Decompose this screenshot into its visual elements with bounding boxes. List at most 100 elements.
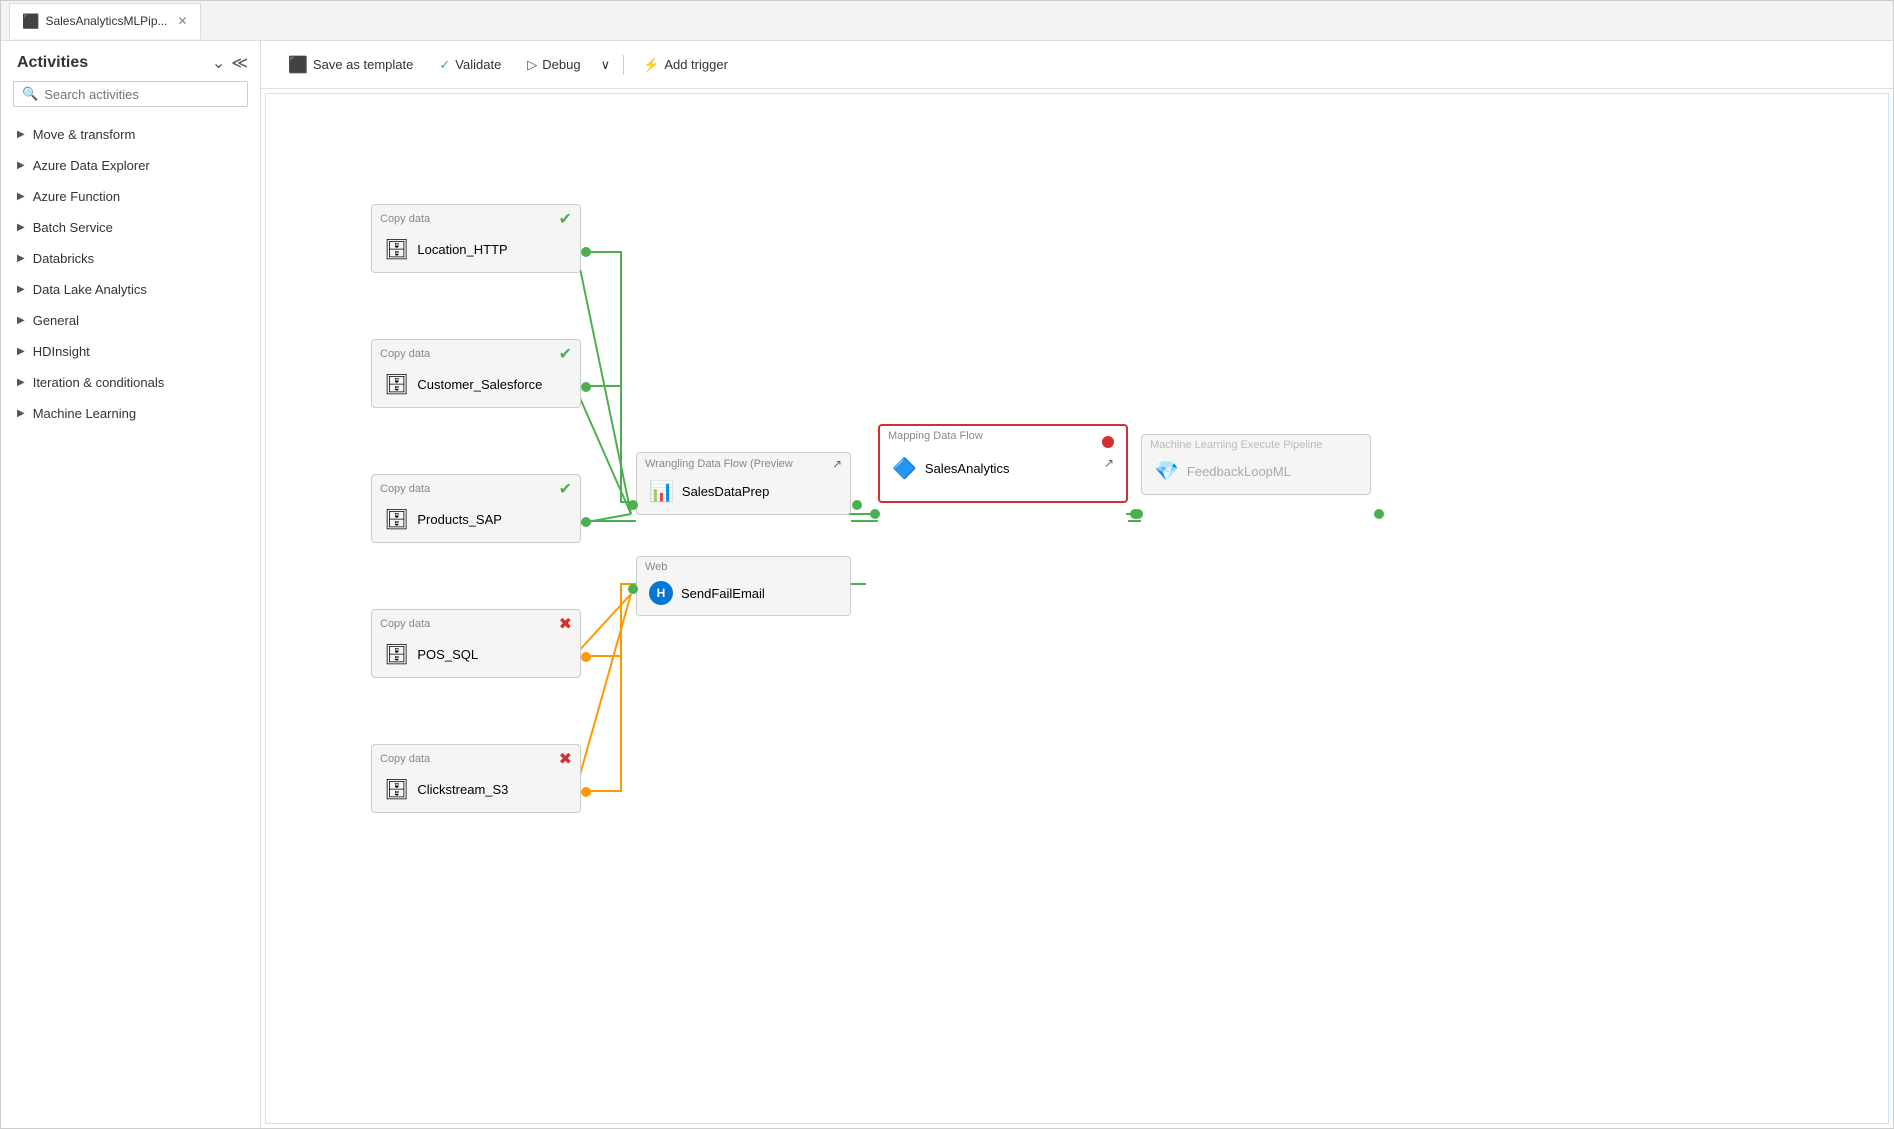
connector-wrangling-right[interactable] <box>852 500 862 510</box>
tab-icon: ⬛ <box>22 13 39 30</box>
database-icon: 🗄 <box>384 507 409 532</box>
node-web-send-fail-email[interactable]: Web H SendFailEmail <box>636 556 851 616</box>
node-type-label: Machine Learning Execute Pipeline <box>1150 439 1322 451</box>
database-icon: 🗄 <box>384 237 409 262</box>
chevron-icon: ▶ <box>17 377 25 388</box>
node-name: Products_SAP <box>417 512 502 527</box>
debug-button[interactable]: ▷ Debug <box>516 51 591 79</box>
search-box[interactable]: 🔍 <box>13 81 248 107</box>
save-template-label: Save as template <box>313 57 413 72</box>
sidebar-item-batch-service[interactable]: ▶ Batch Service <box>1 212 260 243</box>
node-name: FeedbackLoopML <box>1187 464 1291 479</box>
node-wrangling-dataflow[interactable]: Wrangling Data Flow (Preview ↗ 📊 SalesDa… <box>636 452 851 515</box>
connector-n2-right[interactable] <box>581 382 591 392</box>
node-name: SalesDataPrep <box>682 484 769 499</box>
sidebar-item-label: Batch Service <box>33 220 113 235</box>
sidebar-title: Activities <box>17 54 88 72</box>
connector-n5-right[interactable] <box>581 787 591 797</box>
node-type-label: Copy data <box>380 618 430 630</box>
dataflow-icon: 📊 <box>649 479 674 504</box>
validate-button[interactable]: ✓ Validate <box>428 51 512 79</box>
add-trigger-button[interactable]: ⚡ Add trigger <box>632 51 739 79</box>
sidebar-item-label: Move & transform <box>33 127 136 142</box>
node-products-sap[interactable]: Copy data ✔ 🗄 Products_SAP <box>371 474 581 543</box>
sidebar-item-label: General <box>33 313 79 328</box>
collapse-icon[interactable]: ⌄ <box>212 53 225 73</box>
mapping-icon: 🔷 <box>892 456 917 481</box>
chevron-icon: ▶ <box>17 408 25 419</box>
chevron-icon: ▶ <box>17 191 25 202</box>
sidebar-header: Activities ⌄ ≪ <box>1 41 260 81</box>
external-link-icon[interactable]: ↗ <box>1104 456 1114 470</box>
node-type-label: Copy data <box>380 483 430 495</box>
tab-title: SalesAnalyticsMLPip... <box>45 14 167 28</box>
error-status-icon: ✖ <box>559 614 572 634</box>
pipeline-canvas[interactable]: Copy data ✔ 🗄 Location_HTTP Copy data ✔ <box>265 93 1889 1124</box>
sidebar-item-general[interactable]: ▶ General <box>1 305 260 336</box>
sidebar-item-machine-learning[interactable]: ▶ Machine Learning <box>1 398 260 429</box>
chevron-icon: ▶ <box>17 253 25 264</box>
chevron-down-icon: ∨ <box>601 57 611 73</box>
sidebar-item-label: HDInsight <box>33 344 90 359</box>
database-icon: 🗄 <box>384 642 409 667</box>
connector-ml-right[interactable] <box>1374 509 1384 519</box>
node-name: Customer_Salesforce <box>417 377 542 392</box>
external-link-icon[interactable]: ↗ <box>832 457 842 471</box>
sidebar-item-label: Azure Data Explorer <box>33 158 150 173</box>
more-button[interactable]: ∨ <box>596 51 616 79</box>
pipeline-tab[interactable]: ⬛ SalesAnalyticsMLPip... ✕ <box>9 3 201 39</box>
chevron-icon: ▶ <box>17 315 25 326</box>
database-icon: 🗄 <box>384 777 409 802</box>
activities-sidebar: Activities ⌄ ≪ 🔍 ▶ Move & transform ▶ Az… <box>1 41 261 1128</box>
node-name: SendFailEmail <box>681 586 765 601</box>
node-clickstream-s3[interactable]: Copy data ✖ 🗄 Clickstream_S3 <box>371 744 581 813</box>
validate-label: Validate <box>455 57 501 72</box>
node-type-label: Web <box>645 561 667 573</box>
connector-wrangling-left[interactable] <box>628 500 638 510</box>
sidebar-controls[interactable]: ⌄ ≪ <box>212 53 248 73</box>
minimize-icon[interactable]: ≪ <box>231 53 248 73</box>
sidebar-item-azure-data-explorer[interactable]: ▶ Azure Data Explorer <box>1 150 260 181</box>
connector-ml-left[interactable] <box>1133 509 1143 519</box>
node-location-http[interactable]: Copy data ✔ 🗄 Location_HTTP <box>371 204 581 273</box>
connector-mapping-left[interactable] <box>870 509 880 519</box>
sidebar-item-label: Data Lake Analytics <box>33 282 147 297</box>
connector-n1-right[interactable] <box>581 247 591 257</box>
chevron-icon: ▶ <box>17 346 25 357</box>
sidebar-item-azure-function[interactable]: ▶ Azure Function <box>1 181 260 212</box>
node-customer-salesforce[interactable]: Copy data ✔ 🗄 Customer_Salesforce <box>371 339 581 408</box>
add-trigger-label: Add trigger <box>664 57 728 72</box>
node-ml-pipeline[interactable]: Machine Learning Execute Pipeline 💎 Feed… <box>1141 434 1371 495</box>
search-icon: 🔍 <box>22 86 38 102</box>
sidebar-item-label: Databricks <box>33 251 94 266</box>
sidebar-item-data-lake-analytics[interactable]: ▶ Data Lake Analytics <box>1 274 260 305</box>
debug-icon: ▷ <box>527 57 537 73</box>
save-template-icon: ⬛ <box>288 55 308 75</box>
success-status-icon: ✔ <box>559 209 572 229</box>
connector-n3-right[interactable] <box>581 517 591 527</box>
node-pos-sql[interactable]: Copy data ✖ 🗄 POS_SQL <box>371 609 581 678</box>
sidebar-item-move-transform[interactable]: ▶ Move & transform <box>1 119 260 150</box>
sidebar-item-hdinsight[interactable]: ▶ HDInsight <box>1 336 260 367</box>
connector-n4-right[interactable] <box>581 652 591 662</box>
chevron-icon: ▶ <box>17 160 25 171</box>
search-input[interactable] <box>44 87 239 102</box>
save-template-button[interactable]: ⬛ Save as template <box>277 49 424 81</box>
tab-close-button[interactable]: ✕ <box>178 14 188 28</box>
trigger-icon: ⚡ <box>643 57 659 73</box>
node-name: POS_SQL <box>417 647 478 662</box>
chevron-icon: ▶ <box>17 284 25 295</box>
error-status-icon: ✖ <box>559 749 572 769</box>
sidebar-items-list: ▶ Move & transform ▶ Azure Data Explorer… <box>1 119 260 1128</box>
validate-icon: ✓ <box>439 57 450 73</box>
success-status-icon: ✔ <box>559 344 572 364</box>
sidebar-item-iteration-conditionals[interactable]: ▶ Iteration & conditionals <box>1 367 260 398</box>
ml-icon: 💎 <box>1154 459 1179 484</box>
debug-label: Debug <box>542 57 580 72</box>
toolbar-divider <box>623 55 624 75</box>
chevron-icon: ▶ <box>17 222 25 233</box>
sidebar-item-databricks[interactable]: ▶ Databricks <box>1 243 260 274</box>
sidebar-item-label: Azure Function <box>33 189 120 204</box>
node-mapping-dataflow[interactable]: Mapping Data Flow ↗ 🔷 SalesAnalytics <box>878 424 1128 503</box>
connector-web-left[interactable] <box>628 584 638 594</box>
